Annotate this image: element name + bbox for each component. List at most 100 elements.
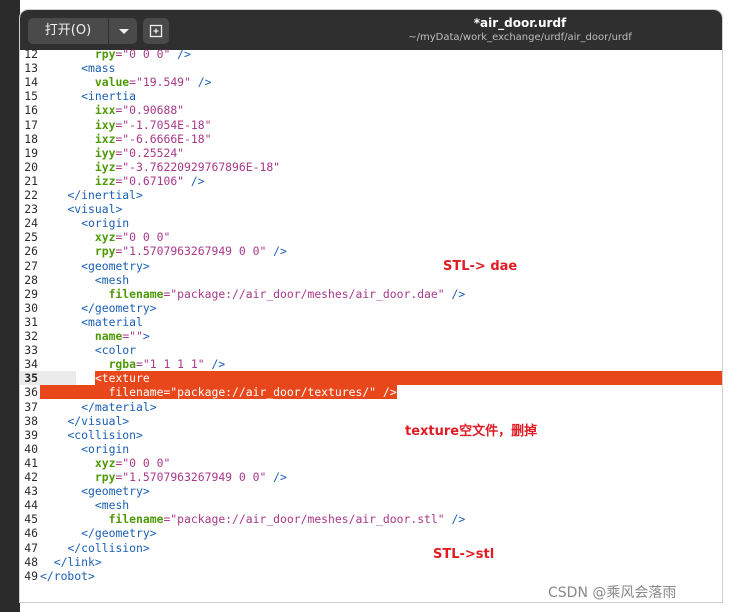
- code-line[interactable]: 20 iyz="-3.76220929767896E-18": [20, 160, 722, 174]
- code-line[interactable]: 46 </geometry>: [20, 526, 722, 540]
- code-line[interactable]: 34 rgba="1 1 1 1" />: [20, 357, 722, 371]
- code-text: rpy="1.5707963267949 0 0" />: [94, 244, 287, 259]
- line-number: 28: [24, 272, 38, 287]
- code-text: rgba="1 1 1 1" />: [108, 357, 226, 372]
- code-line[interactable]: 17 ixy="-1.7054E-18": [20, 118, 722, 132]
- line-number: 23: [24, 202, 38, 217]
- code-line[interactable]: 33 <color: [20, 343, 722, 357]
- code-text: </collision>: [67, 540, 150, 555]
- new-document-button[interactable]: [143, 18, 169, 44]
- line-number: 14: [24, 75, 38, 90]
- code-text: iyy="0.25524": [94, 145, 185, 160]
- code-text: </link>: [53, 554, 102, 569]
- code-text: <geometry>: [81, 484, 150, 499]
- code-line[interactable]: 31 <material: [20, 315, 722, 329]
- line-number: 29: [24, 286, 38, 301]
- open-button[interactable]: 打开(O): [28, 18, 108, 44]
- line-number: 20: [24, 159, 38, 174]
- code-line[interactable]: 12 rpy="0 0 0" />: [20, 47, 722, 61]
- code-text: izz="0.67106" />: [94, 173, 205, 188]
- line-number: 47: [24, 540, 38, 555]
- code-line[interactable]: 38 </visual>: [20, 414, 722, 428]
- line-number: 21: [24, 173, 38, 188]
- code-line[interactable]: 47 </collision>: [20, 541, 722, 555]
- line-number: 41: [24, 455, 38, 470]
- code-text: rpy="1.5707963267949 0 0" />: [94, 470, 287, 484]
- code-line[interactable]: 30 </geometry>: [20, 301, 722, 315]
- code-line[interactable]: 32 name="">: [20, 329, 722, 343]
- line-number: 44: [24, 498, 38, 513]
- code-line[interactable]: 23 <visual>: [20, 202, 722, 216]
- code-line[interactable]: 24 <origin: [20, 216, 722, 230]
- code-text: xyz="0 0 0": [94, 455, 171, 470]
- code-text: rpy="0 0 0" />: [94, 47, 191, 61]
- header-bar: 打开(O) *air_door.urdf ~/myData/work_excha…: [20, 10, 722, 50]
- code-text: <origin: [81, 441, 130, 456]
- terminal-background: [0, 0, 20, 612]
- new-tab-icon: [149, 24, 163, 38]
- open-menu-chevron-down-icon[interactable]: [109, 18, 137, 44]
- code-line[interactable]: 48 </link>: [20, 555, 722, 569]
- code-text: </inertial>: [67, 188, 143, 202]
- code-text: ixz="-6.6666E-18": [94, 131, 212, 146]
- code-text: filename="package://air_door/meshes/air_…: [108, 286, 466, 301]
- line-number: 19: [24, 145, 38, 160]
- line-number: 38: [24, 413, 38, 428]
- code-line[interactable]: 13 <mass: [20, 61, 722, 75]
- code-line[interactable]: 15 <inertia: [20, 89, 722, 103]
- code-text: </visual>: [67, 413, 130, 428]
- line-number: 32: [24, 329, 38, 343]
- line-number: 42: [24, 470, 38, 484]
- code-line[interactable]: 35 <texture: [20, 371, 722, 385]
- line-number: 25: [24, 230, 38, 245]
- code-text: </geometry>: [81, 300, 157, 315]
- code-line[interactable]: 26 rpy="1.5707963267949 0 0" />: [20, 244, 722, 258]
- line-number: 34: [24, 357, 38, 372]
- line-number: 35: [24, 371, 38, 386]
- document-title: *air_door.urdf: [473, 16, 567, 30]
- line-number: 18: [24, 131, 38, 146]
- code-text: iyz="-3.76220929767896E-18": [94, 159, 281, 174]
- code-text: <texture: [94, 371, 150, 386]
- annotation-texture: texture空文件，删掉: [405, 424, 538, 439]
- code-line[interactable]: 16 ixx="0.90688": [20, 103, 722, 117]
- code-line[interactable]: 40 <origin: [20, 442, 722, 456]
- code-editor[interactable]: 12 rpy="0 0 0" /> 13 <mass 14 value="19.54…: [20, 47, 722, 602]
- code-line[interactable]: 43 <geometry>: [20, 484, 722, 498]
- code-line[interactable]: 37 </material>: [20, 400, 722, 414]
- line-number: 24: [24, 216, 38, 231]
- line-number: 22: [24, 188, 38, 202]
- line-number: 46: [24, 526, 38, 541]
- line-number: 48: [24, 554, 38, 569]
- code-line[interactable]: 21 izz="0.67106" />: [20, 174, 722, 188]
- code-text: filename="package://air_door/meshes/air_…: [108, 512, 466, 527]
- line-number: 16: [24, 103, 38, 118]
- code-text: </robot>: [40, 568, 95, 583]
- code-line[interactable]: 39 <collision>: [20, 428, 722, 442]
- code-line[interactable]: 27 <geometry>: [20, 259, 722, 273]
- code-line[interactable]: 42 rpy="1.5707963267949 0 0" />: [20, 470, 722, 484]
- line-number: 33: [24, 343, 38, 358]
- watermark: CSDN @乘风会落雨: [548, 585, 677, 601]
- code-line[interactable]: 29 filename="package://air_door/meshes/a…: [20, 287, 722, 301]
- code-text: filename="package://air_door/textures/" …: [108, 385, 397, 400]
- code-line[interactable]: 28 <mesh: [20, 273, 722, 287]
- annotation-dae: STL-> dae: [443, 259, 518, 274]
- annotation-stl: STL->stl: [433, 547, 495, 562]
- code-text: <inertia: [81, 89, 137, 104]
- code-line[interactable]: 36 filename="package://air_door/textures…: [20, 385, 722, 399]
- line-number: 15: [24, 89, 38, 104]
- code-line[interactable]: 45 filename="package://air_door/meshes/a…: [20, 512, 722, 526]
- code-line[interactable]: 18 ixz="-6.6666E-18": [20, 132, 722, 146]
- code-line[interactable]: 44 <mesh: [20, 498, 722, 512]
- code-line[interactable]: 22 </inertial>: [20, 188, 722, 202]
- code-text: </geometry>: [81, 526, 157, 541]
- line-number: 26: [24, 244, 38, 259]
- code-line[interactable]: 25 xyz="0 0 0": [20, 230, 722, 244]
- code-line[interactable]: 14 value="19.549" />: [20, 75, 722, 89]
- code-text: ixx="0.90688": [94, 103, 185, 118]
- line-number: 39: [24, 427, 38, 442]
- code-line[interactable]: 41 xyz="0 0 0": [20, 456, 722, 470]
- code-line[interactable]: 49 </robot>: [20, 569, 722, 583]
- code-line[interactable]: 19 iyy="0.25524": [20, 146, 722, 160]
